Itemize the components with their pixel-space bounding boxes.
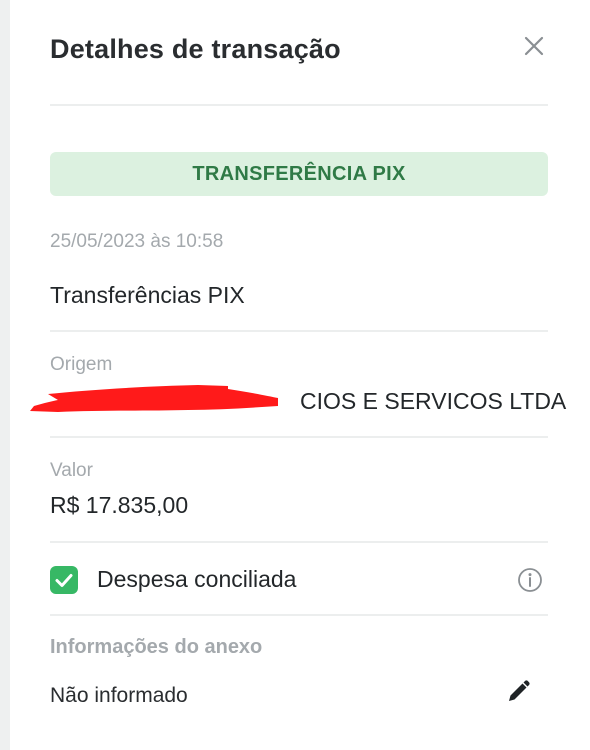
amount-label: Valor (50, 460, 93, 481)
reconciled-divider (50, 614, 548, 616)
amount-divider (50, 541, 548, 543)
info-icon[interactable] (516, 566, 544, 594)
origin-value: CIOS E SERVICOS LTDA (300, 388, 567, 414)
transaction-type-badge: TRANSFERÊNCIA PIX (50, 152, 548, 196)
transaction-type-label: TRANSFERÊNCIA PIX (192, 162, 406, 185)
close-icon[interactable] (520, 32, 548, 60)
header-divider (50, 104, 548, 106)
description-divider (50, 330, 548, 332)
transaction-datetime: 25/05/2023 às 10:58 (50, 231, 224, 252)
reconciled-checkbox[interactable] (50, 566, 78, 594)
reconciled-row: Despesa conciliada (50, 562, 548, 596)
redaction-mark (28, 384, 280, 414)
amount-value: R$ 17.835,00 (50, 492, 189, 518)
transaction-details-panel: Detalhes de transação TRANSFERÊNCIA PIX … (10, 0, 590, 750)
origin-label: Origem (50, 354, 113, 375)
pencil-icon[interactable] (504, 678, 532, 706)
attachment-value: Não informado (50, 684, 188, 707)
reconciled-label: Despesa conciliada (97, 566, 297, 592)
transaction-description: Transferências PIX (50, 282, 245, 308)
attachment-section-label: Informações do anexo (50, 636, 263, 658)
panel-header: Detalhes de transação (50, 30, 548, 74)
origin-divider (50, 436, 548, 438)
page-title: Detalhes de transação (50, 34, 341, 64)
